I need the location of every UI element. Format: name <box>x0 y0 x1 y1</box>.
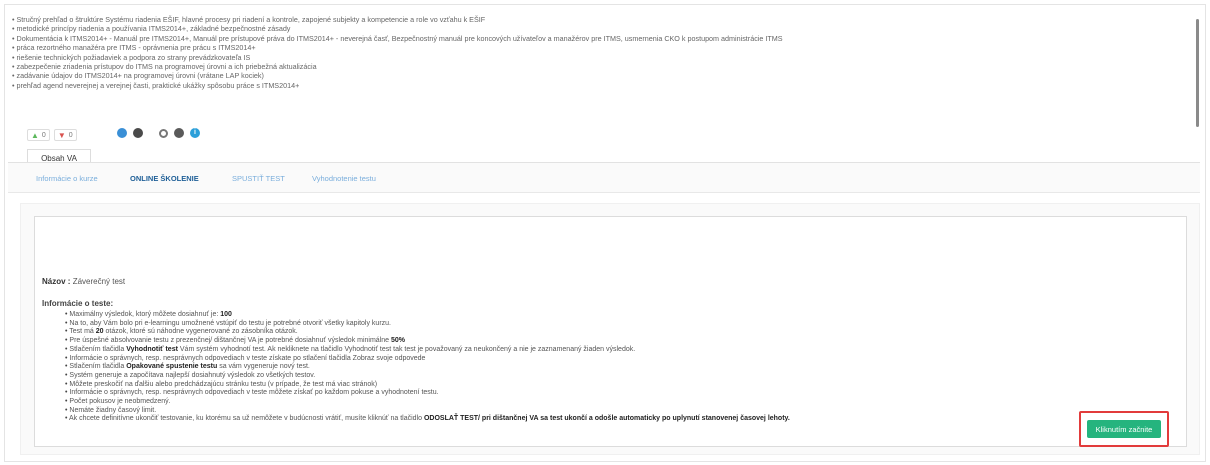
page: Stručný prehľad o štruktúre Systému riad… <box>0 0 1210 465</box>
tab-online-training[interactable]: ONLINE ŠKOLENIE <box>130 174 199 183</box>
tab-course-info[interactable]: Informácie o kurze <box>36 174 98 183</box>
test-rule-item: Systém generuje a započítava najlepší do… <box>65 372 1195 381</box>
description-item: Dokumentácia k ITMS2014+ - Manuál pre IT… <box>12 34 1182 43</box>
test-rule-item: Informácie o správnych, resp. nesprávnyc… <box>65 389 1195 398</box>
description-item: práca rezortného manažéra pre ITMS - opr… <box>12 43 1182 52</box>
scrollbar[interactable] <box>1196 19 1199 127</box>
description-item: zabezpečenie zriadenia prístupov do ITMS… <box>12 62 1182 71</box>
test-rule-item: Maximálny výsledok, ktorý môžete dosiahn… <box>65 311 1195 320</box>
thumbs-down-icon: ▼ <box>57 130 66 140</box>
description-item: Stručný prehľad o štruktúre Systému riad… <box>12 15 1182 24</box>
test-name-label: Názov : <box>42 277 71 286</box>
description-item: prehľad agend neverejnej a verejnej čast… <box>12 81 1182 90</box>
test-rule-item: Test má 20 otázok, ktoré sú náhodne vyge… <box>65 328 1195 337</box>
test-rules: Maximálny výsledok, ktorý môžete dosiahn… <box>65 311 1195 424</box>
test-name-row: Názov : Záverečný test <box>42 277 125 286</box>
sub-navigation: Informácie o kurze ONLINE ŠKOLENIE SPUST… <box>8 163 1200 193</box>
thumbs-up-icon: ▲ <box>31 130 39 140</box>
course-description: Stručný prehľad o štruktúre Systému riad… <box>12 15 1182 90</box>
description-item: riešenie technických požiadaviek a podpo… <box>12 53 1182 62</box>
test-rule-item: Môžete preskočiť na ďalšiu alebo predchá… <box>65 381 1195 390</box>
test-rule-item: Stlačením tlačidla Opakované spustenie t… <box>65 363 1195 372</box>
like-button[interactable]: ▲ 0 <box>27 129 50 141</box>
test-rule-item: Na to, aby Vám bolo pri e-learningu umož… <box>65 320 1195 329</box>
tab-start-test[interactable]: SPUSTIŤ TEST <box>232 174 285 183</box>
tab-test-evaluation[interactable]: Vyhodnotenie testu <box>312 174 376 183</box>
test-rule-item: Ak chcete definitívne ukončiť testovanie… <box>65 415 1195 424</box>
info-icon: i <box>190 128 200 138</box>
start-button-highlight: Kliknutím začnite <box>1079 411 1169 447</box>
test-rule-item: Pre úspešné absolvovanie testu z prezenč… <box>65 337 1195 346</box>
like-count: 0 <box>41 131 46 139</box>
status-dot-icon <box>133 128 143 138</box>
dislike-button[interactable]: ▼ 0 <box>53 129 77 141</box>
test-info-title: Informácie o teste: <box>42 299 114 308</box>
dislike-count: 0 <box>68 131 73 139</box>
course-icons: i <box>117 128 200 138</box>
start-test-button[interactable]: Kliknutím začnite <box>1087 420 1161 438</box>
rating-buttons: ▲ 0 ▼ 0 <box>27 129 77 141</box>
description-item: zadávanie údajov do ITMS2014+ na program… <box>12 71 1182 80</box>
globe-icon <box>174 128 184 138</box>
test-rule-item: Počet pokusov je neobmedzený. <box>65 398 1195 407</box>
clock-icon <box>159 128 168 138</box>
user-icon <box>117 128 127 138</box>
test-name-value: Záverečný test <box>72 277 126 286</box>
description-item: metodické princípy riadenia a používania… <box>12 24 1182 33</box>
test-rule-item: Stlačením tlačidla Vyhodnotiť test Vám s… <box>65 346 1195 355</box>
test-rule-item: Informácie o správnych, resp. nesprávnyc… <box>65 355 1195 364</box>
